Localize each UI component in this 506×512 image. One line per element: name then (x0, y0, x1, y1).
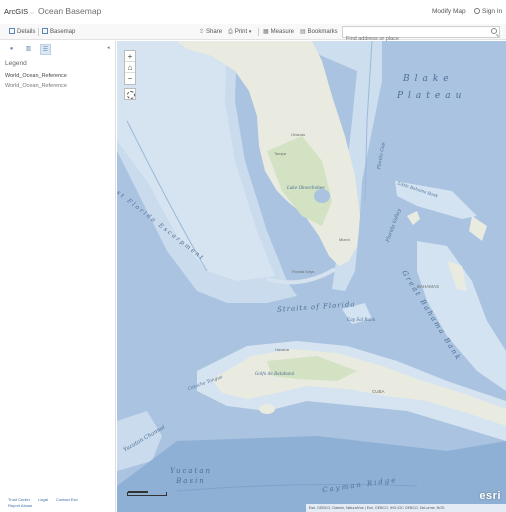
legend-icon: ☰ (42, 47, 49, 53)
sign-in-label: Sign In (482, 8, 503, 15)
details-icon (9, 28, 15, 34)
legal-link[interactable]: Legal (38, 497, 48, 502)
home-button[interactable]: ⌂ (125, 62, 135, 73)
label-plateau: Plateau (397, 91, 467, 101)
modify-map-link[interactable]: Modify Map (432, 8, 466, 15)
map-attribution: Esri, GEBCO, Garmin, NaturalVue | Esri, … (306, 504, 506, 512)
chevron-down-icon: ⌵ (30, 10, 34, 16)
legend-layer: World_Ocean_Reference (5, 83, 67, 89)
label-cuba: CUBA (372, 389, 385, 394)
search-box (342, 26, 500, 44)
content-icon: ▥ (25, 46, 32, 52)
brand-label: ArcGIS (4, 7, 29, 16)
share-icon: ⇪ (199, 29, 205, 35)
basemap-icon (42, 28, 48, 34)
label-florida-keys: Florida Keys (292, 269, 315, 274)
tab-details[interactable]: Details (9, 27, 35, 37)
bookmark-icon: ▤ (300, 29, 306, 35)
zoom-out-button[interactable]: − (125, 73, 135, 84)
grand-bahama-land (407, 211, 420, 225)
toolbar: Details Basemap ⇪ Share ⎙ Print ▾ ▦ Measure… (0, 24, 506, 44)
tab-basemap[interactable]: Basemap (42, 27, 75, 37)
measure-icon: ▦ (263, 29, 269, 35)
tab-details-label: Details (17, 29, 36, 35)
sidebar-footer: Trust Center Legal Contact Esri (8, 497, 108, 502)
contact-esri-link[interactable]: Contact Esri (56, 497, 78, 502)
label-lake-okeechobee: Lake Okeechobee (287, 185, 325, 190)
bookmarks-label: Bookmarks (307, 29, 338, 35)
eleuthera-land (469, 216, 487, 241)
label-blake: Blake (403, 74, 454, 84)
measure-label: Measure (270, 29, 295, 35)
sidebar: ● ▥ ☰ ◂ Legend World_Ocean_Reference Wor… (0, 41, 116, 512)
arcgis-menu[interactable]: ArcGIS ⌵ (4, 7, 34, 16)
label-tampa: Tampa (274, 151, 287, 156)
chevron-left-icon: ◂ (107, 45, 110, 51)
bookmarks-button[interactable]: ▤ Bookmarks (300, 27, 338, 37)
info-icon: ● (9, 46, 14, 52)
home-icon: ⌂ (127, 63, 133, 72)
legend-tab[interactable]: ☰ (40, 44, 51, 55)
print-label: Print (234, 29, 248, 35)
measure-button[interactable]: ▦ Measure (263, 27, 294, 37)
report-abuse-link[interactable]: Report Abuse (8, 503, 32, 508)
tab-basemap-label: Basemap (50, 29, 76, 35)
label-cay-sal-bank: Cay Sal Bank (347, 317, 376, 322)
search-icon[interactable] (491, 28, 497, 34)
chevron-down-icon: ▾ (248, 29, 252, 35)
about-tab[interactable]: ● (6, 44, 17, 55)
print-icon: ⎙ (228, 29, 233, 35)
scale-bar (127, 491, 167, 496)
zoom-in-button[interactable]: + (125, 51, 135, 62)
map-title: Ocean Basemap (38, 6, 102, 16)
locate-button[interactable] (124, 88, 136, 100)
label-havana: Havana (275, 347, 289, 352)
label-miami: Miami (339, 237, 350, 242)
lake-okeechobee (314, 189, 330, 203)
label-bahamas: BAHAMAS (417, 284, 440, 289)
map-view[interactable]: Blake Plateau West Florida Escarpment La… (117, 41, 506, 512)
legend-layer: World_Ocean_Reference (5, 73, 67, 79)
zoom-control: + ⌂ − (124, 50, 136, 85)
isla-juventud (259, 404, 275, 414)
label-yucatan-basin: Yucatan Basin (169, 467, 213, 485)
user-icon (474, 8, 480, 14)
toolbar-divider (258, 28, 259, 36)
trust-center-link[interactable]: Trust Center (8, 497, 30, 502)
collapse-sidebar-button[interactable]: ◂ (107, 45, 110, 51)
label-golfo-de-batabano: Golfo de Batabanó (255, 371, 295, 376)
top-bar: ArcGIS ⌵ Ocean Basemap Modify Map Sign In (0, 0, 506, 24)
share-button[interactable]: ⇪ Share (199, 27, 222, 37)
content-tab[interactable]: ▥ (23, 44, 34, 55)
legend-title: Legend (5, 60, 27, 67)
esri-logo[interactable]: esri (479, 490, 501, 502)
label-orlando: Orlando (291, 132, 306, 137)
print-button[interactable]: ⎙ Print ▾ (228, 27, 251, 37)
tab-divider (38, 28, 39, 36)
share-label: Share (206, 29, 223, 35)
basemap-graphic (117, 41, 506, 512)
sign-in-link[interactable]: Sign In (474, 8, 502, 15)
